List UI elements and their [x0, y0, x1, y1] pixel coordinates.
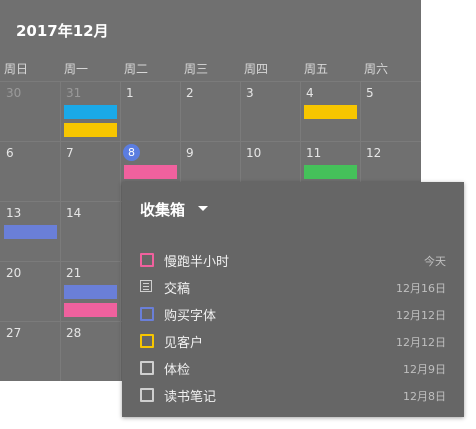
- task-checkbox[interactable]: [140, 388, 154, 402]
- day-number[interactable]: 10: [246, 146, 261, 160]
- task-item[interactable]: 交稿 12月16日: [122, 273, 464, 300]
- day-number[interactable]: 5: [366, 86, 374, 100]
- calendar-event-bar[interactable]: [304, 165, 357, 179]
- calendar-event-bar[interactable]: [4, 225, 57, 239]
- calendar-event-bar[interactable]: [64, 285, 117, 299]
- grid-divider: [120, 81, 121, 381]
- day-number[interactable]: 4: [306, 86, 314, 100]
- day-number[interactable]: 21: [66, 266, 81, 280]
- weekday-label: 周日: [4, 62, 29, 76]
- task-item[interactable]: 慢跑半小时 今天: [122, 246, 464, 273]
- grid-divider: [60, 81, 61, 381]
- task-due-date: 12月12日: [396, 336, 446, 349]
- day-number[interactable]: 27: [6, 326, 21, 340]
- weekday-label: 周一: [64, 62, 89, 76]
- task-checkbox[interactable]: [140, 361, 154, 375]
- day-number[interactable]: 11: [306, 146, 321, 160]
- task-item[interactable]: 购买字体 12月12日: [122, 300, 464, 327]
- task-checkbox[interactable]: [140, 253, 154, 267]
- task-label: 购买字体: [164, 309, 217, 324]
- task-due-date: 今天: [424, 255, 446, 268]
- day-number[interactable]: 6: [6, 146, 14, 160]
- task-label: 体检: [164, 363, 191, 378]
- day-number[interactable]: 31: [66, 86, 81, 100]
- day-number[interactable]: 3: [246, 86, 254, 100]
- calendar-event-bar[interactable]: [64, 303, 117, 317]
- document-icon[interactable]: [140, 280, 152, 292]
- task-label: 见客户: [164, 336, 204, 351]
- dropdown-caret-icon[interactable]: [198, 206, 208, 211]
- calendar-event-bar[interactable]: [304, 105, 357, 119]
- day-number[interactable]: 30: [6, 86, 21, 100]
- day-number[interactable]: 1: [126, 86, 134, 100]
- task-item[interactable]: 见客户 12月12日: [122, 327, 464, 354]
- task-checkbox[interactable]: [140, 334, 154, 348]
- day-number[interactable]: 20: [6, 266, 21, 280]
- task-label: 慢跑半小时: [164, 255, 230, 270]
- task-item[interactable]: 读书笔记 12月8日: [122, 381, 464, 408]
- weekday-label: 周五: [304, 62, 329, 76]
- day-number[interactable]: 2: [186, 86, 194, 100]
- inbox-panel: 收集箱 慢跑半小时 今天 交稿 12月16日 购买字体 12月12日 见客户 12月12日 体检…: [122, 182, 464, 417]
- task-checkbox[interactable]: [140, 307, 154, 321]
- inbox-title[interactable]: 收集箱: [140, 199, 185, 220]
- weekday-label: 周六: [364, 62, 389, 76]
- day-number[interactable]: 12: [366, 146, 381, 160]
- task-due-date: 12月8日: [403, 390, 446, 403]
- task-due-date: 12月9日: [403, 363, 446, 376]
- weekday-header: 周日 周一 周二 周三 周四 周五 周六: [0, 55, 421, 82]
- day-number[interactable]: 28: [66, 326, 81, 340]
- weekday-label: 周三: [184, 62, 209, 76]
- day-number[interactable]: 7: [66, 146, 74, 160]
- task-label: 读书笔记: [164, 390, 217, 405]
- task-due-date: 12月16日: [396, 282, 446, 295]
- day-number[interactable]: 9: [186, 146, 194, 160]
- calendar-event-bar[interactable]: [124, 165, 177, 179]
- grid-divider: [0, 141, 421, 142]
- calendar-event-bar[interactable]: [64, 123, 117, 137]
- weekday-label: 周四: [244, 62, 269, 76]
- weekday-label: 周二: [124, 62, 149, 76]
- task-due-date: 12月12日: [396, 309, 446, 322]
- calendar-month-title: 2017年12月: [16, 22, 109, 40]
- task-item[interactable]: 体检 12月9日: [122, 354, 464, 381]
- day-number[interactable]: 14: [66, 206, 81, 220]
- task-label: 交稿: [164, 282, 191, 297]
- day-number[interactable]: 13: [6, 206, 21, 220]
- today-day-number[interactable]: 8: [123, 144, 140, 161]
- calendar-event-bar[interactable]: [64, 105, 117, 119]
